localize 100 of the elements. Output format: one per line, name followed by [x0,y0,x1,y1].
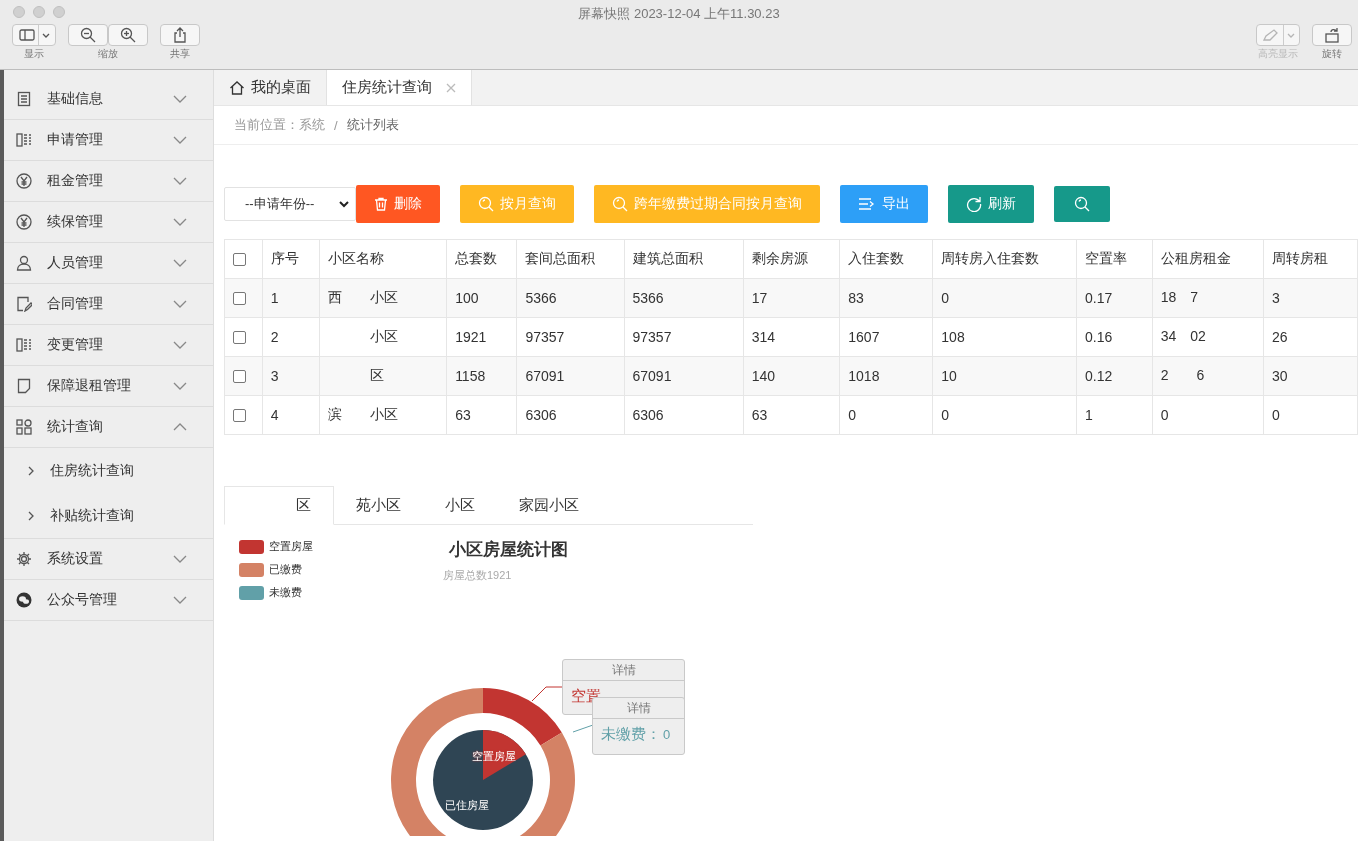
table-cell: 63 [743,395,840,435]
checkbox[interactable] [233,330,246,344]
table-cell: 10 [932,356,1077,396]
table-cell: 区 [319,356,447,396]
tab[interactable]: 小区 [423,486,497,524]
toolbar-label: 缩放 [98,47,118,61]
checkbox[interactable] [233,291,246,305]
checkbox[interactable] [233,252,246,266]
year-select[interactable]: --申请年份-- [224,187,356,221]
search-icon [478,196,494,212]
table-cell: 108 [932,317,1077,357]
column-header: 总套数 [446,239,517,279]
columns-icon [16,337,32,353]
sidebar-item[interactable]: 续保管理 [4,202,213,243]
chart-subtitle: 房屋总数1921 [443,568,513,583]
sidebar-item[interactable]: 人员管理 [4,243,213,284]
tab[interactable]: 苑小区 [334,486,423,524]
legend-swatch[interactable] [239,585,264,600]
chevron-down-icon [339,200,349,208]
refresh-icon [966,196,982,212]
tooltip-header: 详情 [563,660,684,681]
table-cell: 3 [1263,278,1358,318]
sidebar-item[interactable]: 基础信息 [4,79,213,120]
checkbox[interactable] [233,408,246,422]
view-button[interactable] [12,24,56,46]
zoom-in-button[interactable] [108,24,148,46]
chat-icon [16,592,32,608]
legend-label: 已缴费 [269,562,302,577]
table-cell: 0.12 [1076,356,1153,396]
breadcrumb-separator: / [334,117,338,133]
sidebar-item[interactable]: 合同管理 [4,284,213,325]
checkbox[interactable] [233,369,246,383]
toolbar-label: 共享 [170,47,190,61]
table-cell: 6306 [624,395,744,435]
zoom-out-icon [80,27,96,43]
tab[interactable]: 家园小区 [497,486,601,524]
person-icon [16,255,32,271]
grid-icon [16,419,32,435]
gear-icon [16,551,32,567]
legend-swatch[interactable] [239,562,264,577]
sidebar-item[interactable]: 系统设置 [4,539,213,580]
sidebar-subitem[interactable]: 住房统计查询 [4,448,213,493]
close-icon [446,82,456,93]
sidebar-item[interactable]: 租金管理 [4,161,213,202]
trash-icon [374,197,388,211]
contract-icon [16,296,32,312]
sidebar-item[interactable]: 变更管理 [4,325,213,366]
chevron-down-icon [173,95,187,103]
share-icon [173,27,187,43]
columns-icon [16,132,32,148]
table-cell: 0.16 [1076,317,1153,357]
rotate-button[interactable] [1312,24,1352,46]
breadcrumb-link[interactable]: 统计列表 [346,116,399,134]
chevron-down-icon [173,259,187,267]
table-cell: 67091 [516,356,624,396]
sidebar-item[interactable]: 统计查询 [4,407,213,448]
tooltip-header: 详情 [593,698,684,719]
chevron-down-icon [173,555,187,563]
column-header: 小区名称 [319,239,447,279]
slice-label: 已住房屋 [445,798,489,813]
table-cell: 26 [1263,317,1358,357]
table-cell: 5366 [624,278,744,318]
chevron-down-icon [173,341,187,349]
search-icon [1074,196,1090,212]
home-icon [229,79,245,96]
chevron-right-icon [28,510,34,521]
legend-label: 未缴费 [269,585,302,600]
share-button[interactable] [160,24,200,46]
table-cell: 2 [262,317,320,357]
chevron-right-icon [28,465,34,476]
table-cell: 1921 [446,317,517,357]
chevron-down-icon [173,177,187,185]
sidebar-item[interactable]: 公众号管理 [4,580,213,621]
zoom-out-button[interactable] [68,24,108,46]
tab[interactable]: 我的桌面 [214,70,326,105]
table-cell: 2 6 [1152,356,1264,396]
window-title: 屏幕快照 2023-12-04 上午11.30.23 [578,6,780,21]
sidebar-icon [18,29,35,41]
refresh-button[interactable]: 刷新 [948,185,1034,223]
table-cell: 4 [262,395,320,435]
table-cell: 1 [1076,395,1153,435]
slice-label: 空置房屋 [472,749,516,764]
table-cell: 0 [1152,395,1264,435]
pen-icon [1261,29,1280,41]
export-icon [858,197,876,211]
tooltip-value: 0 [663,727,671,742]
sidebar-subitem[interactable]: 补贴统计查询 [4,493,213,538]
sidebar-item[interactable]: 保障退租管理 [4,366,213,407]
table-cell: 63 [446,395,517,435]
tab[interactable]: 区 [224,486,334,525]
note-icon [16,378,32,394]
table-cell: 0 [932,395,1077,435]
table-cell: 1158 [446,356,517,396]
search-button[interactable] [1054,186,1110,222]
chart-title: 小区房屋统计图 [449,539,568,561]
legend-swatch[interactable] [239,539,264,554]
sidebar-item[interactable]: 申请管理 [4,120,213,161]
table-cell: 83 [839,278,933,318]
tab[interactable]: 住房统计查询 [326,70,472,105]
table-cell: 1607 [839,317,933,357]
